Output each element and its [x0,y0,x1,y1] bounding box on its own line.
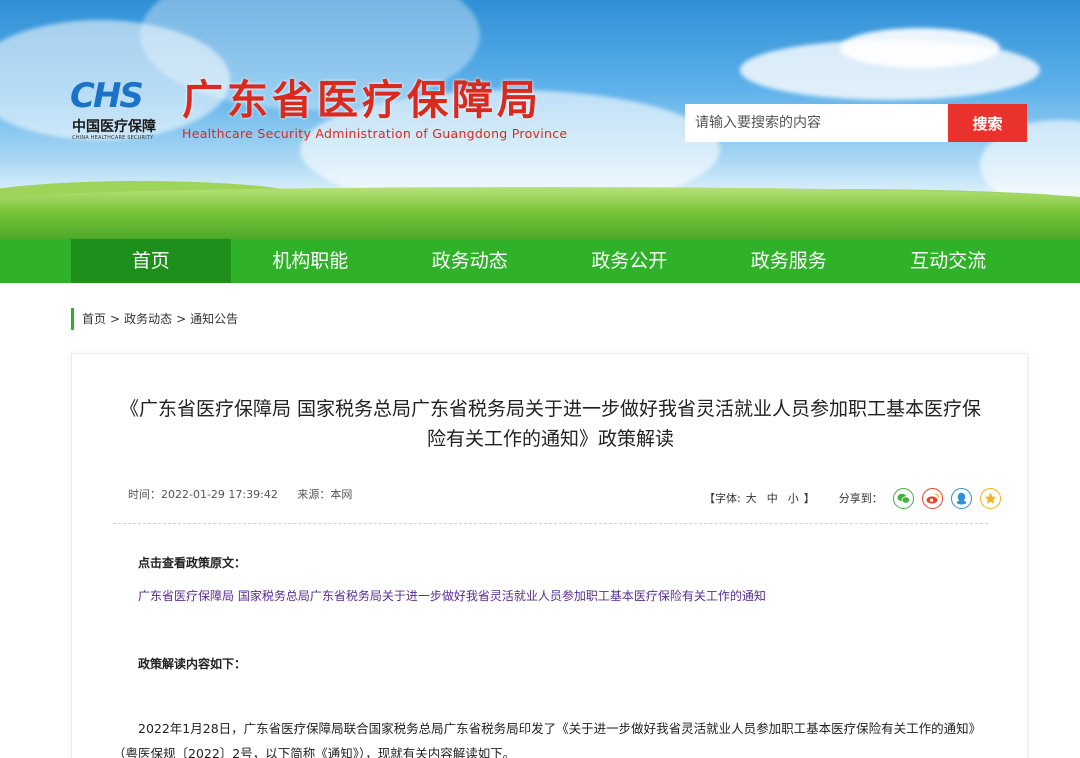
weibo-icon[interactable] [921,487,943,509]
breadcrumb-notices[interactable]: 通知公告 [190,312,238,326]
nav-item-interaction[interactable]: 互动交流 [869,239,1029,283]
site-title: 广东省医疗保障局 [182,76,542,124]
breadcrumb-home[interactable]: 首页 [82,312,106,326]
policy-original-link[interactable]: 广东省医疗保障局 国家税务总局广东省税务局关于进一步做好我省灵活就业人员参加职工… [138,587,766,604]
interpretation-label: 政策解读内容如下： [138,657,247,671]
breadcrumb: 首页 > 政务动态 > 通知公告 [71,308,238,330]
search-button[interactable]: 搜索 [948,104,1027,142]
article-title: 《广东省医疗保障局 国家税务总局广东省税务局关于进一步做好我省灵活就业人员参加职… [119,398,982,450]
font-size-label: 【字体: [704,492,741,505]
font-size-close: 】 [803,492,815,505]
logo-cn-text: 中国医疗保障 [72,119,156,135]
font-size-medium[interactable]: 中 [767,490,778,506]
article-body-paragraph: 2022年1月28日，广东省医疗保障局联合国家税务总局广东省税务局印发了《关于进… [113,721,982,758]
main-nav: 首页 机构职能 政务动态 政务公开 政务服务 互动交流 [0,239,1080,283]
share-label: 分享到： [838,492,883,505]
chs-logo[interactable]: CHS 中国医疗保障 CHINA HEALTHCARE SECURITY [70,78,174,142]
breadcrumb-news[interactable]: 政务动态 [124,312,172,326]
qq-icon[interactable] [950,487,972,509]
breadcrumb-separator: > [110,312,121,326]
header-banner: CHS 中国医疗保障 CHINA HEALTHCARE SECURITY 广东省… [0,0,1080,239]
article-meta: 时间：2022-01-29 17:39:42 来源：本网 [128,486,368,502]
font-size-small[interactable]: 小 [788,490,799,506]
view-original-label: 点击查看政策原文： [138,556,247,570]
site-subtitle: Healthcare Security Administration of Gu… [182,126,568,141]
logo-en-text: CHINA HEALTHCARE SECURITY [72,135,154,141]
logo-mark: CHS [70,76,144,116]
breadcrumb-separator: > [176,312,187,326]
publish-time: 时间：2022-01-29 17:39:42 [128,488,278,501]
article-tools: 【字体: 大 中 小 】 分享到： [704,487,1005,509]
article-source: 来源：本网 [297,488,353,501]
article-panel: 《广东省医疗保障局 国家税务总局广东省税务局关于进一步做好我省灵活就业人员参加职… [71,353,1028,758]
nav-item-news[interactable]: 政务动态 [390,239,550,283]
nav-item-services[interactable]: 政务服务 [709,239,869,283]
nav-item-disclosure[interactable]: 政务公开 [550,239,710,283]
nav-item-functions[interactable]: 机构职能 [231,239,391,283]
cloud [840,28,1000,68]
qzone-icon[interactable] [979,487,1001,509]
wechat-icon[interactable] [892,487,914,509]
grass [0,187,1080,239]
meta-divider [113,523,988,524]
font-size-large[interactable]: 大 [746,490,757,506]
search-input[interactable] [685,104,948,142]
nav-item-home[interactable]: 首页 [71,239,231,283]
